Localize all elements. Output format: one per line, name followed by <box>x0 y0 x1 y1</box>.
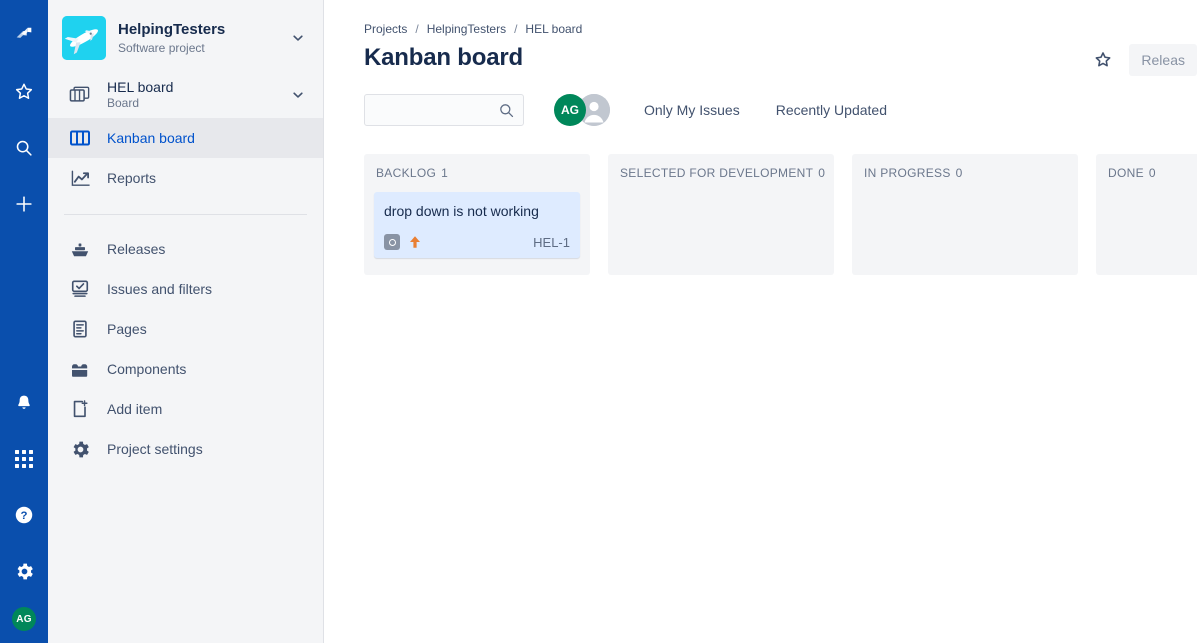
search-field[interactable] <box>364 94 524 126</box>
sidebar-item-label-components: Components <box>107 361 187 377</box>
gear-icon <box>68 439 92 460</box>
breadcrumb-separator-1: / <box>415 22 419 36</box>
column-count-selected-for-development: 0 <box>818 166 826 180</box>
sidebar-item-label-releases: Releases <box>107 241 166 257</box>
column-title-selected-for-development: SELECTED FOR DEVELOPMENT <box>620 166 814 180</box>
issue-card-title: drop down is not working <box>384 203 539 219</box>
page-document-icon <box>68 319 92 339</box>
kanban-board: BACKLOG 1 drop down is not working HEL-1… <box>364 154 1197 275</box>
sidebar-item-add-item[interactable]: Add item <box>48 389 323 429</box>
board-column-backlog[interactable]: BACKLOG 1 drop down is not working HEL-1 <box>364 154 590 275</box>
breadcrumb: Projects / HelpingTesters / HEL board <box>364 0 1197 36</box>
sidebar-item-label-pages: Pages <box>107 321 147 337</box>
task-icon <box>384 234 400 250</box>
app-switcher-icon[interactable] <box>4 439 44 479</box>
notifications-icon[interactable] <box>4 383 44 423</box>
column-header-selected-for-development: SELECTED FOR DEVELOPMENT 0 <box>618 166 826 180</box>
settings-icon[interactable] <box>4 551 44 591</box>
jira-logo[interactable] <box>4 16 44 56</box>
sidebar-item-components[interactable]: Components <box>48 349 323 389</box>
ship-icon <box>68 239 92 259</box>
page-title: Kanban board <box>364 44 523 71</box>
starred-icon[interactable] <box>4 72 44 112</box>
airplane-icon <box>62 16 106 60</box>
sidebar-item-hel-board[interactable]: HEL board Board <box>48 72 323 118</box>
breadcrumb-separator-2: / <box>514 22 518 36</box>
filter-only-my-issues[interactable]: Only My Issues <box>644 102 740 118</box>
sidebar-item-releases[interactable]: Releases <box>48 229 323 269</box>
breadcrumb-projects[interactable]: Projects <box>364 22 407 36</box>
sidebar-item-label-kanban-board: Kanban board <box>107 130 195 146</box>
sidebar-item-label-project-settings: Project settings <box>107 441 203 457</box>
sidebar-item-label-add-item: Add item <box>107 401 163 417</box>
issue-card-footer: HEL-1 <box>384 234 570 250</box>
sidebar-board-text: HEL board Board <box>107 79 173 111</box>
column-count-in-progress: 0 <box>955 166 963 180</box>
sidebar-item-project-settings[interactable]: Project settings <box>48 429 323 469</box>
chevron-down-icon[interactable] <box>287 31 309 45</box>
jira-app: ? AG HelpingTesters Software project HEL… <box>0 0 1197 643</box>
svg-text:?: ? <box>21 510 28 522</box>
sidebar-item-label-reports: Reports <box>107 170 157 186</box>
add-item-icon <box>68 399 92 419</box>
column-header-done: DONE 0 <box>1106 166 1197 180</box>
board-columns-icon <box>68 129 92 147</box>
breadcrumb-helpingtesters[interactable]: HelpingTesters <box>427 22 506 36</box>
app-rail: ? AG <box>0 0 48 643</box>
board-column-selected-for-development[interactable]: SELECTED FOR DEVELOPMENT 0 <box>608 154 834 275</box>
avatar[interactable]: AG <box>12 607 36 631</box>
avatar-ag[interactable]: AG <box>554 94 586 126</box>
issue-card-key: HEL-1 <box>533 234 570 250</box>
column-header-in-progress: IN PROGRESS 0 <box>862 166 1068 180</box>
star-outline-icon[interactable] <box>1087 44 1119 76</box>
board-column-done[interactable]: DONE 0 <box>1096 154 1197 275</box>
main-content: Projects / HelpingTesters / HEL board Ka… <box>324 0 1197 643</box>
app-rail-bottom: ? AG <box>4 383 44 643</box>
project-sidebar: HelpingTesters Software project HEL boar <box>48 0 324 643</box>
project-meta: HelpingTesters Software project <box>118 21 287 56</box>
breadcrumb-hel-board[interactable]: HEL board <box>525 22 582 36</box>
release-button[interactable]: Releas <box>1129 44 1197 76</box>
column-count-done: 0 <box>1148 166 1156 180</box>
search-icon[interactable] <box>4 128 44 168</box>
board-column-in-progress[interactable]: IN PROGRESS 0 <box>852 154 1078 275</box>
column-title-backlog: BACKLOG <box>376 166 437 180</box>
avatar-group: AG <box>554 94 610 126</box>
board-toolbar: AG Only My Issues Recently Updated <box>364 94 1197 126</box>
filter-recently-updated[interactable]: Recently Updated <box>776 102 887 118</box>
issues-filters-icon <box>68 279 92 299</box>
sidebar-item-issues-and-filters[interactable]: Issues and filters <box>48 269 323 309</box>
project-type: Software project <box>118 40 205 55</box>
app-rail-top <box>4 0 44 224</box>
sidebar-item-kanban-board[interactable]: Kanban board <box>48 118 323 158</box>
column-header-backlog: BACKLOG 1 <box>374 166 580 180</box>
components-icon <box>68 359 92 379</box>
boards-stack-icon <box>68 85 92 105</box>
priority-high-up-arrow-icon <box>409 235 421 249</box>
column-count-backlog: 1 <box>441 166 449 180</box>
column-title-in-progress: IN PROGRESS <box>864 166 951 180</box>
title-actions: Releas <box>1087 44 1197 76</box>
help-icon[interactable]: ? <box>4 495 44 535</box>
project-header[interactable]: HelpingTesters Software project <box>48 0 323 72</box>
column-title-done: DONE <box>1108 166 1144 180</box>
search-icon[interactable] <box>498 102 515 124</box>
sidebar-board-subtitle: Board <box>107 96 140 110</box>
reports-chart-icon <box>68 169 92 188</box>
create-icon[interactable] <box>4 184 44 224</box>
chevron-down-icon-board[interactable] <box>287 88 309 102</box>
sidebar-item-pages[interactable]: Pages <box>48 309 323 349</box>
sidebar-item-reports[interactable]: Reports <box>48 158 323 198</box>
sidebar-item-label-issues-and-filters: Issues and filters <box>107 281 213 297</box>
project-name: HelpingTesters <box>118 20 226 38</box>
sidebar-board-title: HEL board <box>107 79 174 95</box>
column-body-backlog: drop down is not working HEL-1 <box>374 192 580 258</box>
sidebar-divider <box>64 214 307 215</box>
issue-card[interactable]: drop down is not working HEL-1 <box>374 192 580 258</box>
